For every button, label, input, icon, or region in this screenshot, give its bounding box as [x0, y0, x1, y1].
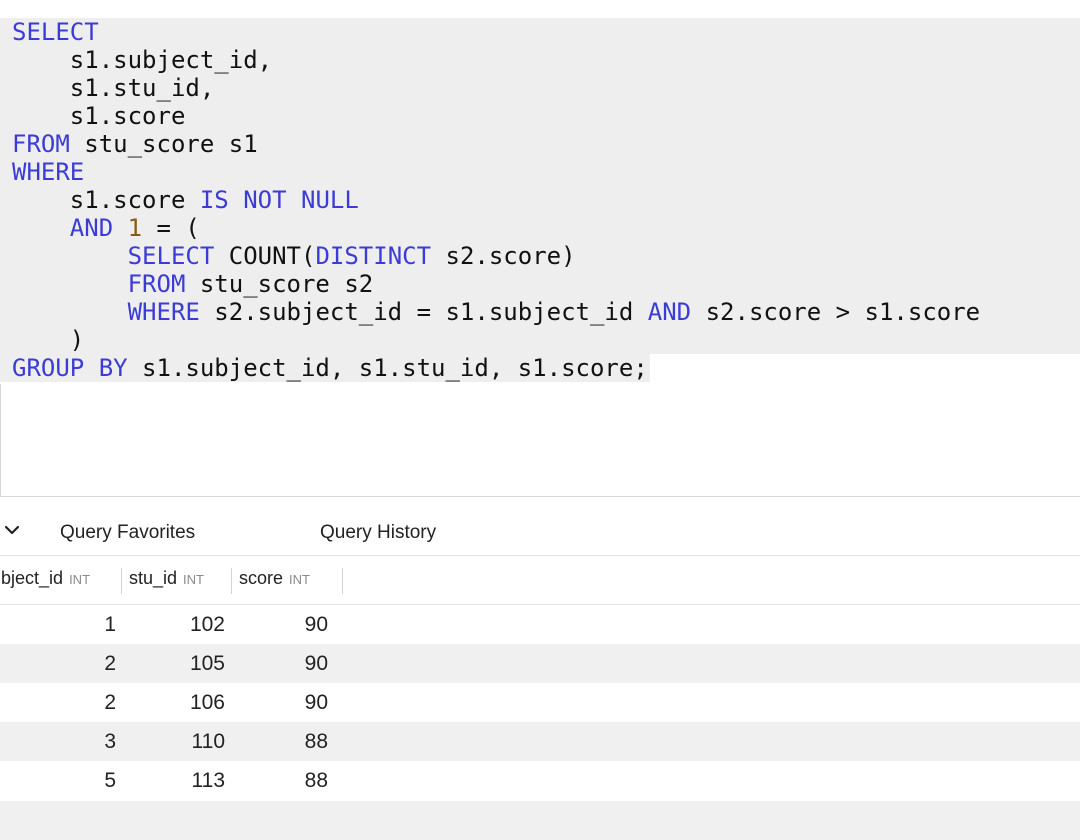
sql-text: stu_score s2 [185, 270, 374, 298]
query-toolbar: Query Favorites Query History [0, 510, 1080, 556]
cell-subject-id[interactable]: 5 [104, 769, 116, 793]
cell-stu-id[interactable]: 113 [192, 769, 225, 793]
sql-text: s1.stu_id, [12, 74, 215, 102]
cell-score[interactable]: 88 [305, 769, 328, 793]
cell-score[interactable]: 90 [305, 691, 328, 715]
table-row[interactable]: 2 105 90 [0, 644, 1080, 683]
code-line[interactable]: s1.score [0, 102, 1080, 130]
sql-code[interactable]: SELECT s1.subject_id, s1.stu_id, s1.scor… [0, 18, 1080, 382]
sql-number: 1 [127, 214, 143, 242]
cell-subject-id[interactable]: 2 [104, 691, 116, 715]
cell-stu-id[interactable]: 110 [192, 730, 225, 754]
cell-subject-id[interactable]: 1 [104, 613, 116, 637]
sql-keyword: AND [647, 298, 692, 326]
code-line[interactable]: s1.stu_id, [0, 74, 1080, 102]
column-divider[interactable] [121, 568, 122, 594]
sql-keyword: WHERE [127, 298, 200, 326]
table-row[interactable]: 3 110 88 [0, 722, 1080, 761]
sql-text: = ( [142, 214, 200, 242]
sql-keyword: IS NOT NULL [199, 186, 359, 214]
column-divider[interactable] [342, 568, 343, 594]
sql-text: s2.score > s1.score [691, 298, 981, 326]
cell-score[interactable]: 90 [305, 613, 328, 637]
column-type: INT [183, 572, 204, 587]
cell-score[interactable]: 88 [305, 730, 328, 754]
sql-text: s1.score [12, 102, 186, 130]
code-line[interactable]: FROM stu_score s2 [0, 270, 1080, 298]
empty-row-area [0, 801, 1080, 840]
tab-query-history[interactable]: Query History [320, 522, 436, 544]
table-row[interactable]: 2 106 90 [0, 683, 1080, 722]
column-type: INT [69, 572, 91, 587]
sql-text: s2.score) [431, 242, 576, 270]
sql-text: stu_score s1 [69, 130, 258, 158]
code-line[interactable]: WHERE [0, 158, 1080, 186]
code-line[interactable]: SELECT COUNT(DISTINCT s2.score) [0, 242, 1080, 270]
editor-border [0, 384, 1, 497]
sql-editor[interactable]: SELECT s1.subject_id, s1.stu_id, s1.scor… [0, 0, 1080, 497]
cell-stu-id[interactable]: 102 [190, 613, 225, 637]
table-row[interactable]: 1 102 90 [0, 605, 1080, 644]
sql-keyword: GROUP BY [12, 354, 128, 382]
column-name: score [239, 568, 284, 588]
sql-keyword: FROM [127, 270, 186, 298]
cell-subject-id[interactable]: 3 [104, 730, 116, 754]
sql-text: s1.subject_id, [12, 46, 273, 74]
column-type: INT [289, 572, 310, 587]
code-line[interactable]: ) [0, 326, 1080, 354]
cell-subject-id[interactable]: 2 [104, 652, 116, 676]
code-line[interactable]: GROUP BY s1.subject_id, s1.stu_id, s1.sc… [0, 354, 650, 382]
sql-text: s1.subject_id, s1.stu_id, s1.score; [127, 354, 648, 382]
cell-stu-id[interactable]: 106 [190, 691, 225, 715]
column-header-subject-id[interactable]: subject_id INT [0, 568, 90, 594]
sql-keyword: SELECT [12, 18, 99, 46]
column-divider[interactable] [231, 568, 232, 594]
cell-score[interactable]: 90 [305, 652, 328, 676]
sql-text: s1.score [12, 186, 200, 214]
chevron-down-icon[interactable] [2, 520, 22, 540]
sql-text: s2.subject_id = s1.subject_id [199, 298, 648, 326]
tab-query-favorites[interactable]: Query Favorites [60, 522, 195, 544]
column-name: subject_id [0, 568, 64, 588]
code-line[interactable]: FROM stu_score s1 [0, 130, 1080, 158]
sql-keyword: DISTINCT [315, 242, 432, 270]
table-row[interactable]: 5 113 88 [0, 761, 1080, 800]
column-header-score[interactable]: score INT [239, 568, 310, 594]
code-line[interactable]: s1.subject_id, [0, 46, 1080, 74]
sql-keyword: SELECT [127, 242, 215, 270]
code-line[interactable]: s1.score IS NOT NULL [0, 186, 1080, 214]
sql-keyword: WHERE [12, 158, 85, 186]
code-line[interactable]: SELECT [0, 18, 1080, 46]
results-grid: subject_id INT stu_id INT score INT 1 102 9… [0, 556, 1080, 800]
code-line[interactable]: WHERE s2.subject_id = s1.subject_id AND … [0, 298, 1080, 326]
results-header: subject_id INT stu_id INT score INT [0, 556, 1080, 605]
sql-keyword: FROM [12, 130, 70, 158]
cell-stu-id[interactable]: 105 [190, 652, 225, 676]
code-line[interactable]: AND 1 = ( [0, 214, 1080, 242]
column-name: stu_id [129, 568, 178, 588]
sql-text: ) [12, 326, 85, 354]
column-header-stu-id[interactable]: stu_id INT [129, 568, 204, 594]
sql-keyword: AND [69, 214, 114, 242]
sql-text: COUNT( [214, 242, 316, 270]
